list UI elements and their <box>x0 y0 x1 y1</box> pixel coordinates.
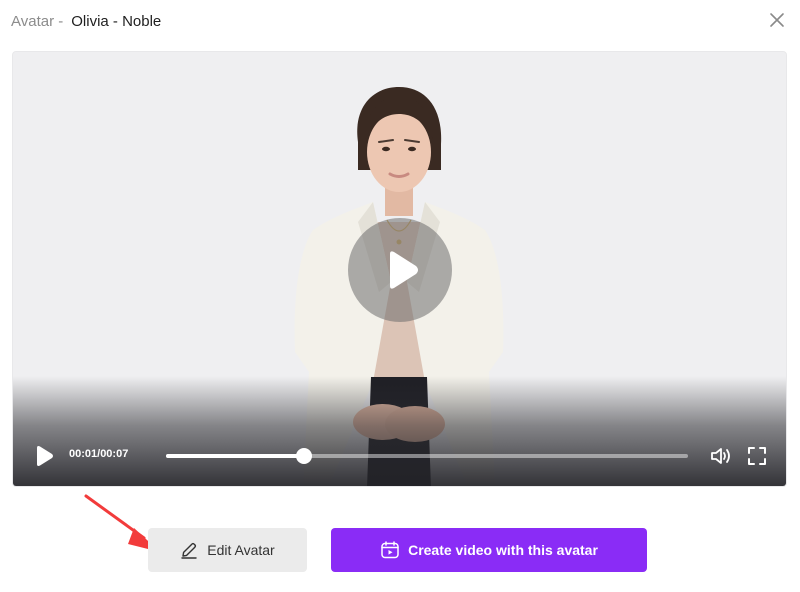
close-icon <box>770 13 784 27</box>
player-controls: 00:01/00:07 <box>13 440 786 470</box>
progress-fill <box>166 454 305 458</box>
close-button[interactable] <box>768 11 786 29</box>
avatar-name: Olivia - Noble <box>71 12 162 30</box>
volume-icon <box>711 448 730 464</box>
video-camera-icon <box>381 541 399 559</box>
edit-avatar-label: Edit Avatar <box>207 542 275 558</box>
fullscreen-icon <box>748 447 766 465</box>
create-video-button[interactable]: Create video with this avatar <box>331 528 647 572</box>
time-display: 00:01/00:07 <box>69 448 129 460</box>
title-prefix: Avatar - <box>11 12 64 30</box>
edit-avatar-button[interactable]: Edit Avatar <box>148 528 307 572</box>
create-video-label: Create video with this avatar <box>408 542 598 558</box>
center-play-button[interactable] <box>348 218 452 322</box>
progress-thumb[interactable] <box>296 448 313 464</box>
video-player[interactable]: 00:01/00:07 <box>12 51 787 487</box>
progress-bar[interactable] <box>166 448 688 464</box>
dialog-title: Avatar - Olivia - Noble <box>11 10 161 32</box>
play-button[interactable] <box>33 445 55 467</box>
fullscreen-button[interactable] <box>747 446 767 466</box>
pencil-icon <box>181 542 197 559</box>
play-icon <box>37 446 53 466</box>
volume-button[interactable] <box>710 446 732 466</box>
play-icon <box>390 251 418 289</box>
